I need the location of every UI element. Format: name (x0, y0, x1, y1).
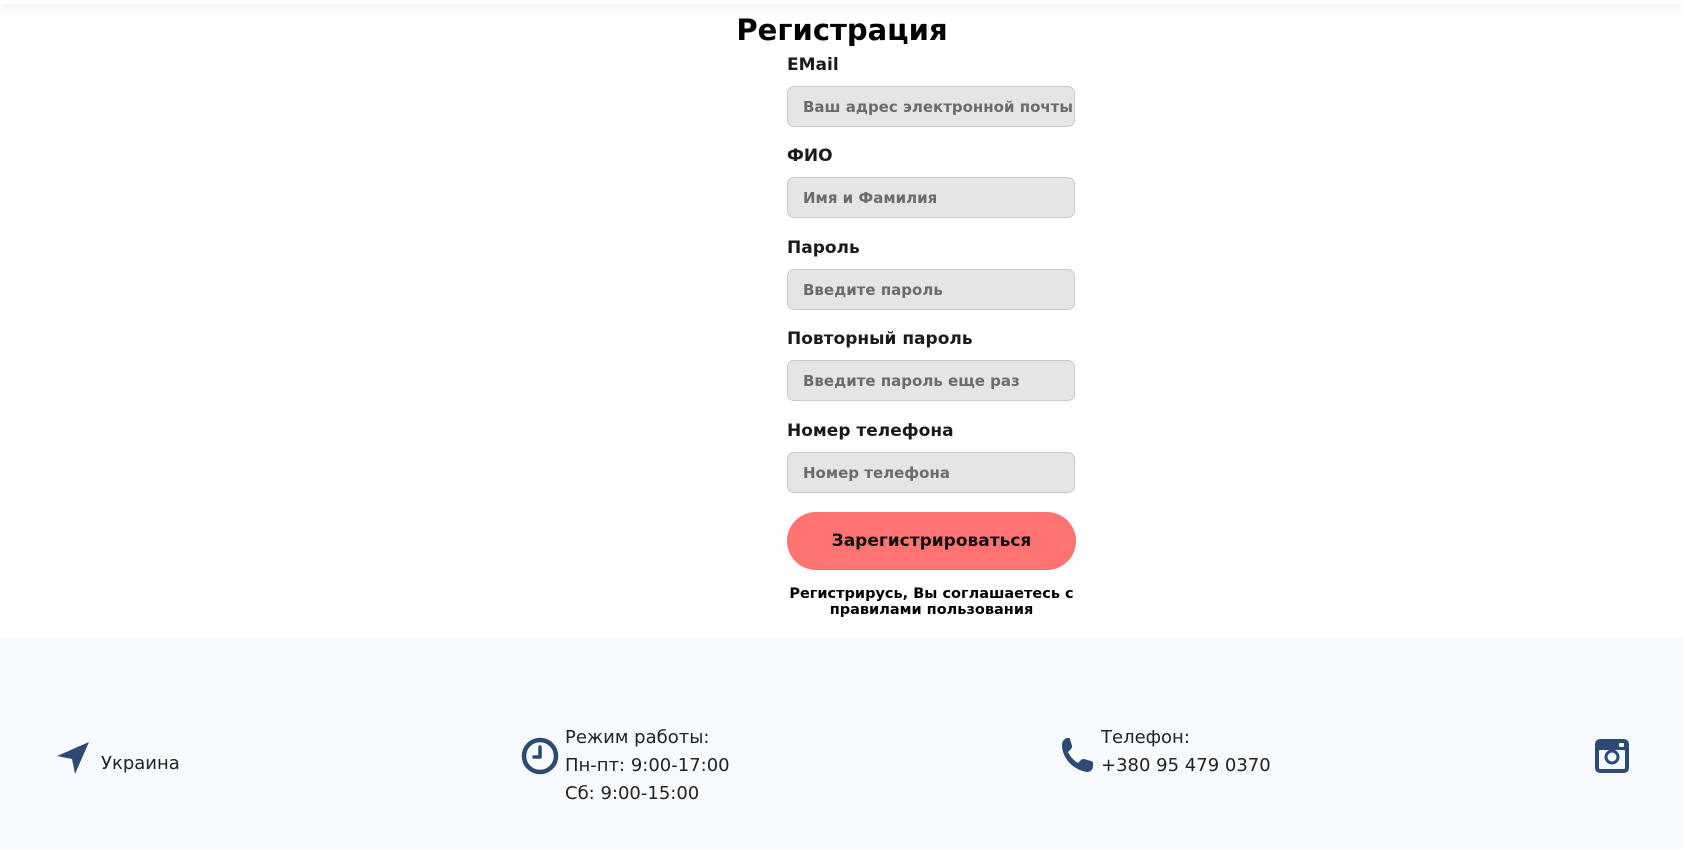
registration-form: Регистрация EMail ФИО Пароль Повторный п… (0, 0, 1684, 638)
footer-hours: Режим работы: Пн-пт: 9:00-17:00 Сб: 9:00… (565, 724, 730, 808)
phone-icon (1062, 738, 1093, 772)
phone-label: Номер телефона (787, 421, 954, 441)
footer: Украина Режим работы: Пн-пт: 9:00-17:00 … (0, 638, 1684, 849)
email-label: EMail (787, 55, 839, 75)
hours-title: Режим работы: (565, 727, 710, 748)
terms-line-1: Регистрирусь, Вы соглашаетесь с (789, 586, 1074, 602)
terms-rules-link[interactable]: правилами пользования (780, 602, 1083, 618)
terms-notice: Регистрирусь, Вы соглашаетесь с правилам… (780, 586, 1083, 618)
phone-number[interactable]: +380 95 479 0370 (1101, 752, 1271, 780)
phone-title: Телефон: (1101, 727, 1190, 748)
page-title: Регистрация (736, 13, 948, 47)
footer-phone: Телефон: +380 95 479 0370 (1101, 724, 1271, 780)
fullname-field[interactable] (787, 177, 1075, 218)
instagram-icon[interactable] (1594, 738, 1630, 774)
fullname-label: ФИО (787, 146, 833, 166)
repeat-password-label: Повторный пароль (787, 329, 973, 349)
password-field[interactable] (787, 269, 1075, 310)
hours-weekdays: Пн-пт: 9:00-17:00 (565, 755, 730, 776)
clock-icon (521, 737, 559, 775)
password-label: Пароль (787, 238, 860, 258)
location-arrow-icon (57, 742, 89, 774)
location-text: Украина (101, 753, 180, 774)
footer-location: Украина (101, 750, 180, 778)
email-field[interactable] (787, 86, 1075, 127)
repeat-password-field[interactable] (787, 360, 1075, 401)
hours-saturday: Сб: 9:00-15:00 (565, 783, 700, 804)
register-button[interactable]: Зарегистрироваться (787, 512, 1076, 570)
phone-field[interactable] (787, 452, 1075, 493)
